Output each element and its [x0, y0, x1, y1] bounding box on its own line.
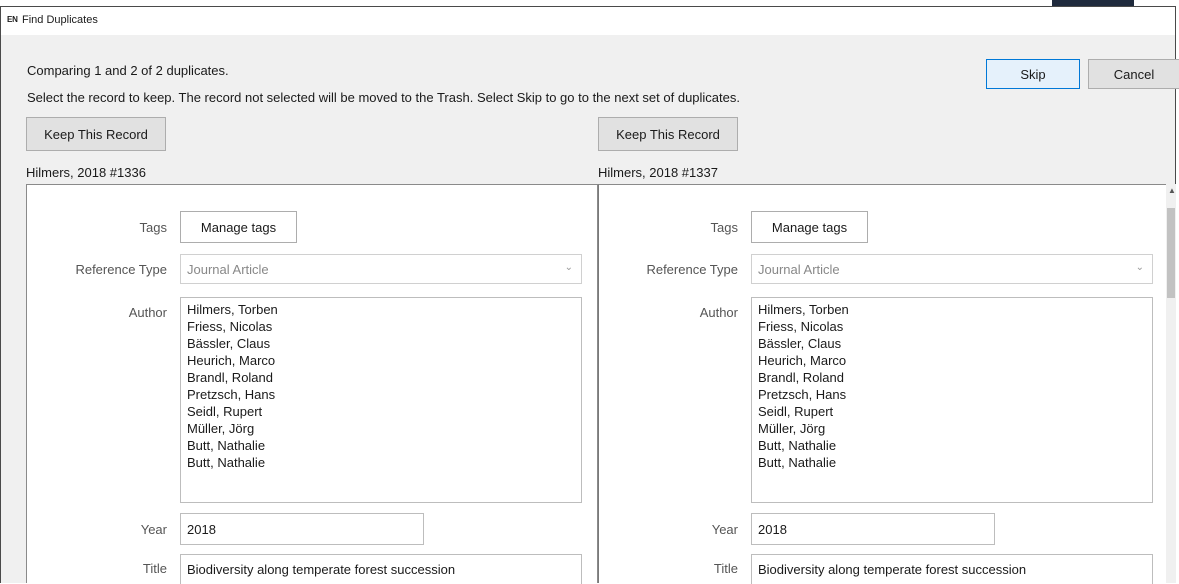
- year-label: Year: [140, 522, 167, 537]
- author-entry: Müller, Jörg: [758, 421, 826, 436]
- title-field[interactable]: Biodiversity along temperate forest succ…: [180, 554, 582, 584]
- title-field[interactable]: Biodiversity along temperate forest succ…: [751, 554, 1153, 584]
- year-field[interactable]: 2018: [180, 513, 424, 545]
- chevron-down-icon: ⌄: [1135, 262, 1144, 273]
- chevron-down-icon: ⌄: [564, 262, 573, 273]
- author-entry: Friess, Nicolas: [758, 319, 844, 334]
- reference-type-value: Journal Article: [187, 261, 269, 277]
- app-language-icon: EN: [7, 15, 18, 24]
- author-entry: Seidl, Rupert: [758, 404, 834, 419]
- title-bar: EN Find Duplicates: [1, 7, 1175, 35]
- record-id-left: Hilmers, 2018 #1336: [26, 165, 146, 180]
- comparison-status: Comparing 1 and 2 of 2 duplicates.: [27, 63, 229, 78]
- reference-type-value: Journal Article: [758, 261, 840, 277]
- year-label: Year: [711, 522, 738, 537]
- reference-type-select[interactable]: Journal Article ⌄: [180, 254, 582, 284]
- author-entry: Butt, Nathalie: [758, 455, 837, 470]
- author-entry: Butt, Nathalie: [187, 455, 266, 470]
- cancel-button[interactable]: Cancel: [1088, 59, 1179, 89]
- author-entry: Seidl, Rupert: [187, 404, 263, 419]
- author-entry: Pretzsch, Hans: [187, 387, 276, 402]
- author-entry: Hilmers, Torben: [758, 302, 849, 317]
- manage-tags-button[interactable]: Manage tags: [180, 211, 297, 243]
- record-id-right: Hilmers, 2018 #1337: [598, 165, 718, 180]
- author-entry: Brandl, Roland: [187, 370, 273, 385]
- year-field[interactable]: 2018: [751, 513, 995, 545]
- reference-type-label: Reference Type: [75, 262, 167, 277]
- manage-tags-button[interactable]: Manage tags: [751, 211, 868, 243]
- title-label: Title: [142, 561, 167, 576]
- author-entry: Butt, Nathalie: [758, 438, 837, 453]
- instructions-text: Select the record to keep. The record no…: [27, 90, 740, 105]
- author-entry: Bässler, Claus: [758, 336, 842, 351]
- author-field[interactable]: Hilmers, Torben Friess, Nicolas Bässler,…: [751, 297, 1153, 503]
- author-entry: Friess, Nicolas: [187, 319, 273, 334]
- title-label: Title: [713, 561, 738, 576]
- tags-label: Tags: [710, 220, 738, 235]
- scroll-up-arrow-icon[interactable]: ▲: [1168, 186, 1176, 195]
- author-entry: Heurich, Marco: [187, 353, 276, 368]
- reference-type-select[interactable]: Journal Article ⌄: [751, 254, 1153, 284]
- scrollbar-thumb[interactable]: [1167, 208, 1175, 298]
- author-entry: Heurich, Marco: [758, 353, 847, 368]
- author-label: Author: [128, 305, 167, 320]
- author-entry: Bässler, Claus: [187, 336, 271, 351]
- record-panel-left: Tags Manage tags Reference Type Journal …: [26, 184, 598, 584]
- skip-button[interactable]: Skip: [986, 59, 1080, 89]
- window-title: Find Duplicates: [22, 14, 98, 26]
- keep-record-right-button[interactable]: Keep This Record: [598, 117, 738, 151]
- author-entry: Brandl, Roland: [758, 370, 844, 385]
- author-field[interactable]: Hilmers, Torben Friess, Nicolas Bässler,…: [180, 297, 582, 503]
- keep-record-left-button[interactable]: Keep This Record: [26, 117, 166, 151]
- reference-type-label: Reference Type: [646, 262, 738, 277]
- author-entry: Pretzsch, Hans: [758, 387, 847, 402]
- record-panel-right: Tags Manage tags Reference Type Journal …: [598, 184, 1170, 584]
- author-entry: Hilmers, Torben: [187, 302, 278, 317]
- author-entry: Butt, Nathalie: [187, 438, 266, 453]
- author-label: Author: [699, 305, 738, 320]
- author-entry: Müller, Jörg: [187, 421, 255, 436]
- tags-label: Tags: [139, 220, 167, 235]
